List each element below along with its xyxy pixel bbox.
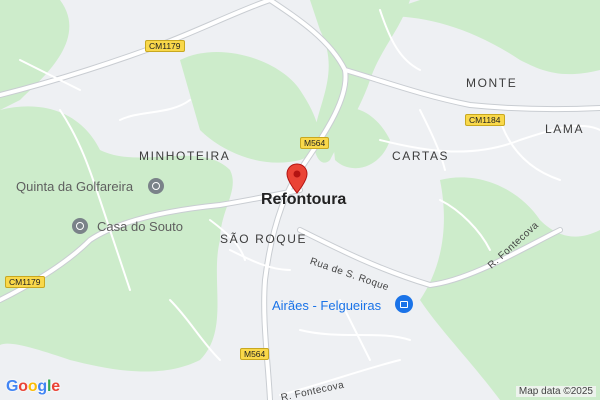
road-shield-m564-south: M564 [240, 348, 270, 360]
google-logo-letter-o2: o [27, 378, 38, 395]
area-label-minhoteira: MINHOTEIRA [139, 149, 231, 163]
google-logo-letter-e: e [51, 378, 60, 395]
red-location-pin-icon[interactable] [286, 163, 308, 197]
area-label-sao-roque: SÃO ROQUE [220, 232, 308, 246]
google-logo-letter-o1: o [18, 378, 28, 395]
landmark-pin-icon[interactable] [148, 178, 164, 194]
area-label-cartas: CARTAS [392, 149, 450, 163]
poi-label-casa-do-souto[interactable]: Casa do Souto [97, 219, 183, 234]
map-canvas[interactable]: MINHOTEIRA SÃO ROQUE CARTAS MONTE LAMA R… [0, 0, 600, 400]
road-shield-cm1184: CM1184 [465, 114, 505, 126]
poi-label-quinta-da-golfareira[interactable]: Quinta da Golfareira [16, 179, 133, 194]
landmark-pin-icon[interactable] [72, 218, 88, 234]
area-label-lama: LAMA [545, 122, 585, 136]
google-logo-letter-g2: g [37, 378, 47, 395]
road-shield-cm1179-west: CM1179 [5, 276, 45, 288]
shopping-bag-icon[interactable] [395, 295, 413, 313]
road-shield-m564: M564 [300, 137, 330, 149]
google-logo: Google [6, 378, 60, 396]
google-logo-letter-g: G [6, 378, 19, 395]
area-label-monte: MONTE [466, 76, 518, 90]
map-attribution[interactable]: Map data ©2025 [515, 386, 596, 397]
store-label-airaes-felgueiras[interactable]: Airães - Felgueiras [272, 298, 381, 313]
road-shield-cm1179: CM1179 [145, 40, 185, 52]
